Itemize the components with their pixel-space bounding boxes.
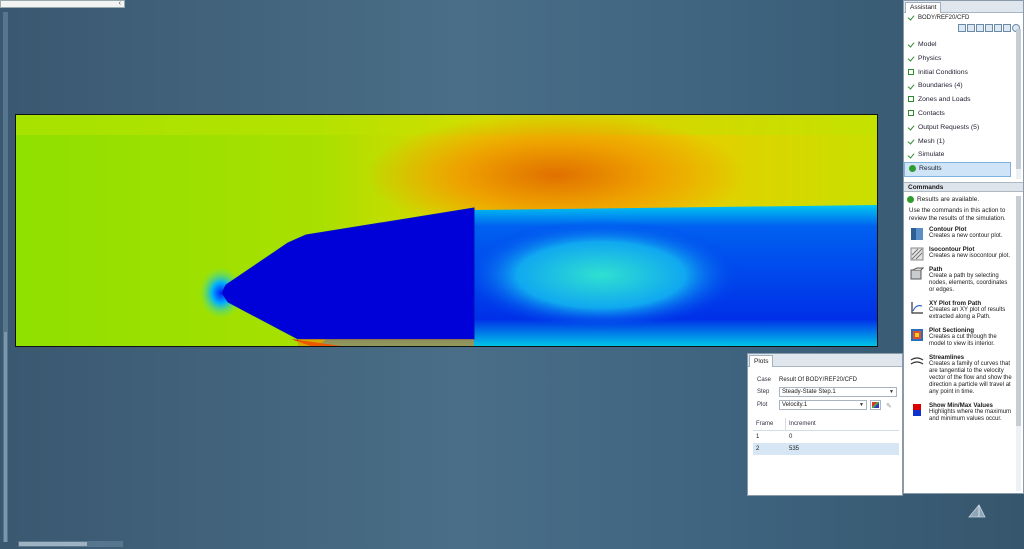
check-icon	[908, 138, 915, 144]
vertical-scrollbar-thumb[interactable]	[4, 332, 7, 542]
velocity-contour-plot[interactable]	[15, 114, 878, 347]
vertical-scrollbar[interactable]	[3, 12, 8, 542]
commands-scrollbar[interactable]	[1016, 196, 1021, 491]
color-picker-icon[interactable]	[870, 400, 881, 410]
case-label: Case	[757, 377, 772, 383]
plot-sectioning-icon	[911, 329, 923, 341]
assistant-toolbar	[904, 24, 1023, 36]
assistant-tab-bar: Assistant	[904, 1, 1023, 13]
collapse-chevron-icon[interactable]: ‹	[119, 0, 121, 7]
empty-box-icon	[908, 110, 914, 117]
view-icon[interactable]	[958, 24, 966, 32]
plot-label: Plot	[757, 402, 768, 408]
plots-tab[interactable]: Plots	[749, 355, 774, 367]
frames-table-header: Frame Increment	[753, 418, 899, 431]
info-icon[interactable]	[1003, 24, 1011, 32]
step-boundaries[interactable]: Boundaries (4)	[904, 79, 1023, 93]
plots-tab-bar: Plots	[748, 354, 902, 367]
step-label: Step	[757, 389, 770, 395]
status-dot-icon	[907, 195, 914, 203]
chevron-down-icon: ▼	[859, 402, 864, 408]
increment-column-header: Increment	[789, 421, 816, 427]
command-plot-sectioning[interactable]: Plot Sectioning Creates a cut through th…	[904, 327, 1016, 348]
commands-scrollbar-thumb[interactable]	[1016, 196, 1021, 426]
case-row: Case Result Of BODY/REF20/CFD	[748, 374, 904, 386]
step-model[interactable]: Model	[904, 38, 1023, 52]
check-icon	[908, 124, 915, 130]
frame-column-header: Frame	[756, 421, 774, 427]
path-icon	[910, 267, 924, 280]
status-dot-icon	[909, 164, 916, 172]
frames-table: Frame Increment 1 0 2 535	[753, 418, 899, 455]
model-path: BODY/REF20/CFD	[904, 13, 1023, 24]
check-icon	[908, 152, 915, 158]
workflow-steps: Model Physics Initial Conditions Boundar…	[904, 38, 1023, 177]
plot-row: Plot Velocity.1 ▼ ✎	[748, 399, 904, 411]
horizontal-scrollbar[interactable]	[18, 541, 123, 547]
command-streamlines[interactable]: Streamlines Creates a family of curves t…	[904, 354, 1016, 396]
assistant-panel: Assistant BODY/REF20/CFD Model Physics I…	[903, 0, 1024, 494]
min-max-icon	[913, 404, 921, 416]
check-icon	[908, 83, 915, 89]
step-row: Step Steady-State Step.1 ▼	[748, 386, 904, 398]
command-isocontour-plot[interactable]: Isocontour Plot Creates a new isocontour…	[904, 246, 1016, 261]
command-path[interactable]: Path Create a path by selecting nodes, e…	[904, 266, 1016, 294]
commands-list: Results are available. Use the commands …	[904, 194, 1016, 494]
streamlines-icon	[910, 357, 924, 365]
empty-box-icon	[908, 68, 914, 75]
steps-scrollbar[interactable]	[1016, 29, 1021, 179]
commands-description: Use the commands in this action to revie…	[909, 207, 1006, 222]
sync-icon[interactable]	[976, 24, 984, 32]
edit-pencil-icon[interactable]: ✎	[886, 401, 892, 413]
model-path-text: BODY/REF20/CFD	[918, 15, 970, 21]
step-initial-conditions[interactable]: Initial Conditions	[904, 66, 1023, 80]
command-show-min-max-values[interactable]: Show Min/Max Values Highlights where the…	[904, 402, 1016, 423]
plot-dropdown[interactable]: Velocity.1 ▼	[779, 400, 867, 410]
contour-plot-icon	[911, 228, 923, 240]
refresh-icon[interactable]	[967, 24, 975, 32]
table-row[interactable]: 2 535	[753, 443, 899, 455]
plots-panel: Plots Case Result Of BODY/REF20/CFD Step…	[747, 353, 903, 496]
step-mesh[interactable]: Mesh (1)	[904, 135, 1023, 149]
xy-plot-icon	[911, 302, 923, 314]
command-xy-plot-from-path[interactable]: XY Plot from Path Creates an XY plot of …	[904, 300, 1016, 321]
top-toolbar-strip[interactable]: ‹	[0, 0, 125, 8]
results-status: Results are available.	[904, 194, 1016, 205]
loop-icon[interactable]	[985, 24, 993, 32]
chevron-down-icon: ▼	[889, 389, 894, 395]
step-zones-and-loads[interactable]: Zones and Loads	[904, 93, 1023, 107]
table-row[interactable]: 1 0	[753, 431, 899, 443]
check-icon	[908, 55, 915, 61]
step-results[interactable]: Results	[904, 162, 1011, 177]
steps-scrollbar-thumb[interactable]	[1016, 29, 1021, 169]
step-dropdown[interactable]: Steady-State Step.1 ▼	[779, 387, 897, 397]
command-contour-plot[interactable]: Contour Plot Creates a new contour plot.	[904, 226, 1016, 240]
view-triad-icon[interactable]	[965, 497, 989, 521]
check-icon	[908, 14, 915, 20]
isocontour-plot-icon	[910, 247, 924, 261]
step-physics[interactable]: Physics	[904, 52, 1023, 66]
commands-header: Commands	[904, 182, 1023, 192]
assistant-tab[interactable]: Assistant	[905, 2, 942, 13]
list-icon[interactable]	[994, 24, 1002, 32]
horizontal-scrollbar-thumb[interactable]	[19, 542, 87, 546]
contour-field	[16, 115, 877, 346]
check-icon	[908, 41, 915, 47]
step-simulate[interactable]: Simulate	[904, 148, 1023, 162]
step-contacts[interactable]: Contacts	[904, 107, 1023, 121]
empty-box-icon	[908, 96, 914, 103]
step-output-requests[interactable]: Output Requests (5)	[904, 121, 1023, 135]
case-value: Result Of BODY/REF20/CFD	[779, 377, 858, 383]
